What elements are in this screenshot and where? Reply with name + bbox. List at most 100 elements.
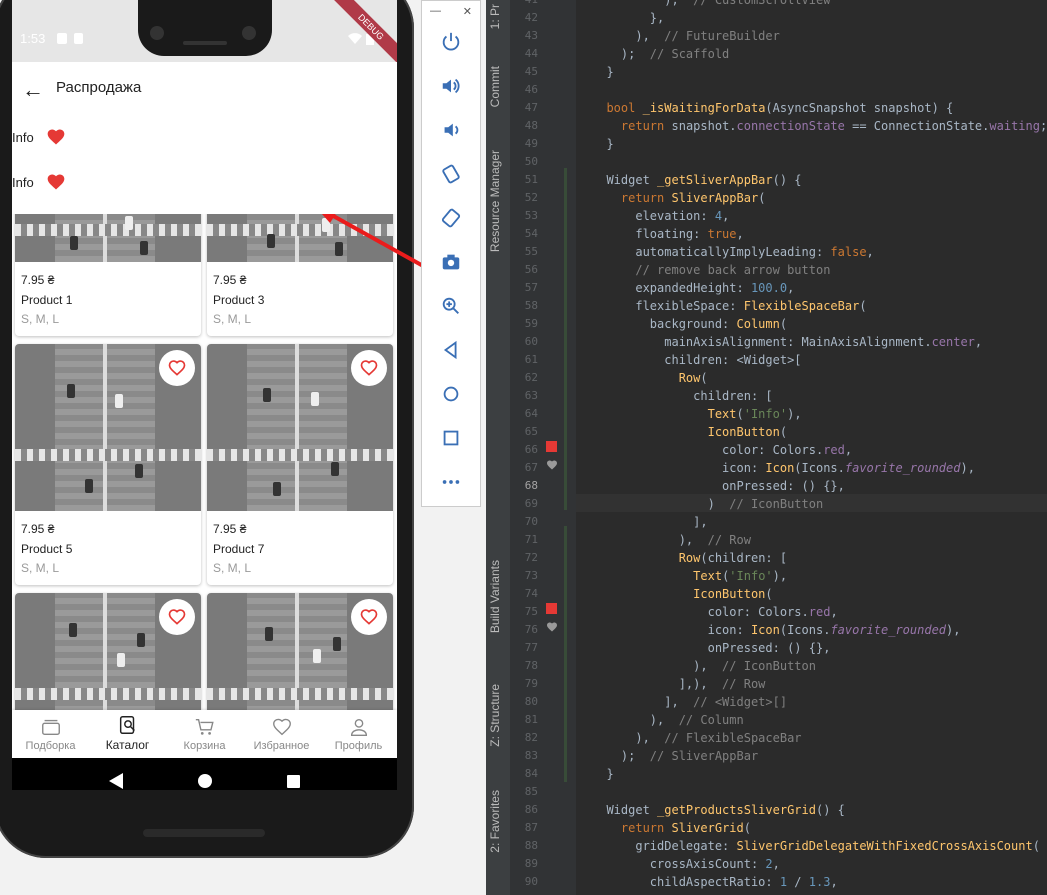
color-swatch-icon[interactable]: [546, 441, 557, 452]
arrow-left-icon[interactable]: ←: [22, 77, 44, 103]
product-card[interactable]: [15, 593, 201, 710]
heart-icon[interactable]: [46, 127, 66, 147]
line-number: 76: [524, 623, 538, 636]
code-line: }: [592, 137, 614, 151]
line-number: 51: [524, 173, 538, 186]
overview-button[interactable]: [422, 423, 480, 453]
favorite-button[interactable]: [159, 350, 195, 386]
line-number: 73: [524, 569, 538, 582]
line-number: 64: [524, 407, 538, 420]
nav-label: Подборка: [25, 740, 76, 752]
home-circle-icon[interactable]: [197, 774, 212, 788]
search-list-icon: [119, 716, 135, 734]
zoom-button[interactable]: [422, 291, 480, 321]
zoom-icon: [442, 297, 459, 314]
heart-icon[interactable]: [46, 172, 66, 192]
line-number: 65: [524, 425, 538, 438]
rotate-right-icon: [441, 208, 461, 228]
product-card[interactable]: 7.95 ₴ Product 5 S, M, L: [15, 344, 201, 585]
volume-down-button[interactable]: [422, 115, 480, 145]
side-tab-resource-manager[interactable]: Resource Manager: [488, 150, 508, 252]
product-card[interactable]: 7.95 ₴ Product 1 S, M, L: [15, 206, 201, 336]
nav-item-profil[interactable]: Профиль: [320, 710, 397, 758]
nav-item-izbrannoe[interactable]: Избранное: [243, 710, 320, 758]
nav-item-podborka[interactable]: Подборка: [12, 710, 89, 758]
system-navigation-bar: [12, 758, 397, 790]
product-card[interactable]: [207, 593, 393, 710]
side-tab-commit[interactable]: Commit: [488, 66, 508, 107]
product-name: Product 5: [21, 542, 73, 556]
line-number: 79: [524, 677, 538, 690]
screenshot-button[interactable]: [422, 247, 480, 277]
more-button[interactable]: [422, 467, 480, 497]
emulator-toolbar: — ✕: [421, 0, 481, 507]
rotate-right-button[interactable]: [422, 203, 480, 233]
favorite-button[interactable]: [159, 599, 195, 635]
code-line: ) // IconButton: [592, 497, 824, 511]
code-line: // remove back arrow button: [635, 263, 831, 277]
code-area[interactable]: ), // CustomScrollView }, ), // FutureBu…: [576, 0, 1047, 895]
more-icon: [442, 480, 460, 484]
favorite-button[interactable]: [351, 599, 387, 635]
close-icon[interactable]: ✕: [463, 5, 472, 18]
volume-up-button[interactable]: [422, 71, 480, 101]
power-icon: [442, 32, 460, 51]
code-line: children: [: [592, 389, 773, 403]
line-number: 44: [524, 47, 538, 60]
code-line: icon: Icon(Icons.favorite_rounded),: [592, 461, 975, 475]
line-number: 70: [524, 515, 538, 528]
product-name: Product 7: [213, 542, 265, 556]
change-marker: [564, 526, 567, 782]
product-name: Product 3: [213, 293, 265, 307]
back-button[interactable]: [422, 335, 480, 365]
line-number: 59: [524, 317, 538, 330]
overview-square-icon[interactable]: [286, 774, 300, 788]
sliver-app-bar: ← Распродажа Info Info: [12, 62, 397, 214]
home-button[interactable]: [422, 379, 480, 409]
gutter-heart-icon[interactable]: [546, 621, 558, 633]
line-number: 86: [524, 803, 538, 816]
product-price: 7.95 ₴: [213, 522, 247, 536]
code-line: ],), // Row: [592, 677, 766, 691]
bottom-speaker: [143, 829, 265, 837]
nav-item-korzina[interactable]: Корзина: [166, 710, 243, 758]
side-tab-build-variants[interactable]: Build Variants: [488, 560, 508, 633]
product-sizes: S, M, L: [21, 561, 60, 575]
code-line: color: Colors.red,: [592, 605, 838, 619]
tool-window-bar: 1: Pr Commit Resource Manager Build Vari…: [486, 0, 510, 895]
line-number: 75: [524, 605, 538, 618]
power-button[interactable]: [422, 27, 480, 57]
code-line: Widget _getSliverAppBar() {: [592, 173, 802, 187]
code-line: Widget _getProductsSliverGrid() {: [592, 803, 845, 817]
code-line: Text('Info'),: [693, 569, 788, 583]
minimize-icon[interactable]: —: [430, 5, 441, 17]
code-editor: 1: Pr Commit Resource Manager Build Vari…: [486, 0, 1047, 895]
favorite-button[interactable]: [351, 350, 387, 386]
rotate-left-button[interactable]: [422, 159, 480, 189]
code-line: ), // IconButton: [592, 659, 816, 673]
code-line: expandedHeight: 100.0,: [592, 281, 795, 295]
gutter-heart-icon[interactable]: [546, 459, 558, 471]
nav-item-katalog[interactable]: Каталог: [89, 710, 166, 758]
code-line: bool _isWaitingForData(AsyncSnapshot sna…: [606, 101, 954, 115]
info-row: Info: [12, 171, 66, 193]
wifi-icon: [348, 33, 362, 44]
layers-icon: [41, 719, 60, 736]
code-line: flexibleSpace: FlexibleSpaceBar(: [592, 299, 867, 313]
page-title: Распродажа: [56, 79, 142, 96]
line-number: 84: [524, 767, 538, 780]
back-triangle-icon[interactable]: [109, 773, 124, 789]
side-tab-structure[interactable]: Z: Structure: [488, 684, 508, 747]
line-number: 85: [524, 785, 538, 798]
line-number: 87: [524, 821, 538, 834]
color-swatch-icon[interactable]: [546, 603, 557, 614]
side-tab-favorites[interactable]: 2: Favorites: [488, 790, 508, 853]
side-tab-project[interactable]: 1: Pr: [488, 4, 508, 29]
code-line: }: [592, 65, 614, 79]
products-grid[interactable]: 7.95 ₴ Product 1 S, M, L 7.95 ₴ Product …: [12, 206, 397, 710]
code-line: return SliverGrid(: [620, 821, 751, 835]
line-number: 68: [524, 479, 538, 492]
back-icon: [443, 340, 457, 360]
product-card[interactable]: 7.95 ₴ Product 7 S, M, L: [207, 344, 393, 585]
code-line: ); // SliverAppBar: [592, 749, 759, 763]
